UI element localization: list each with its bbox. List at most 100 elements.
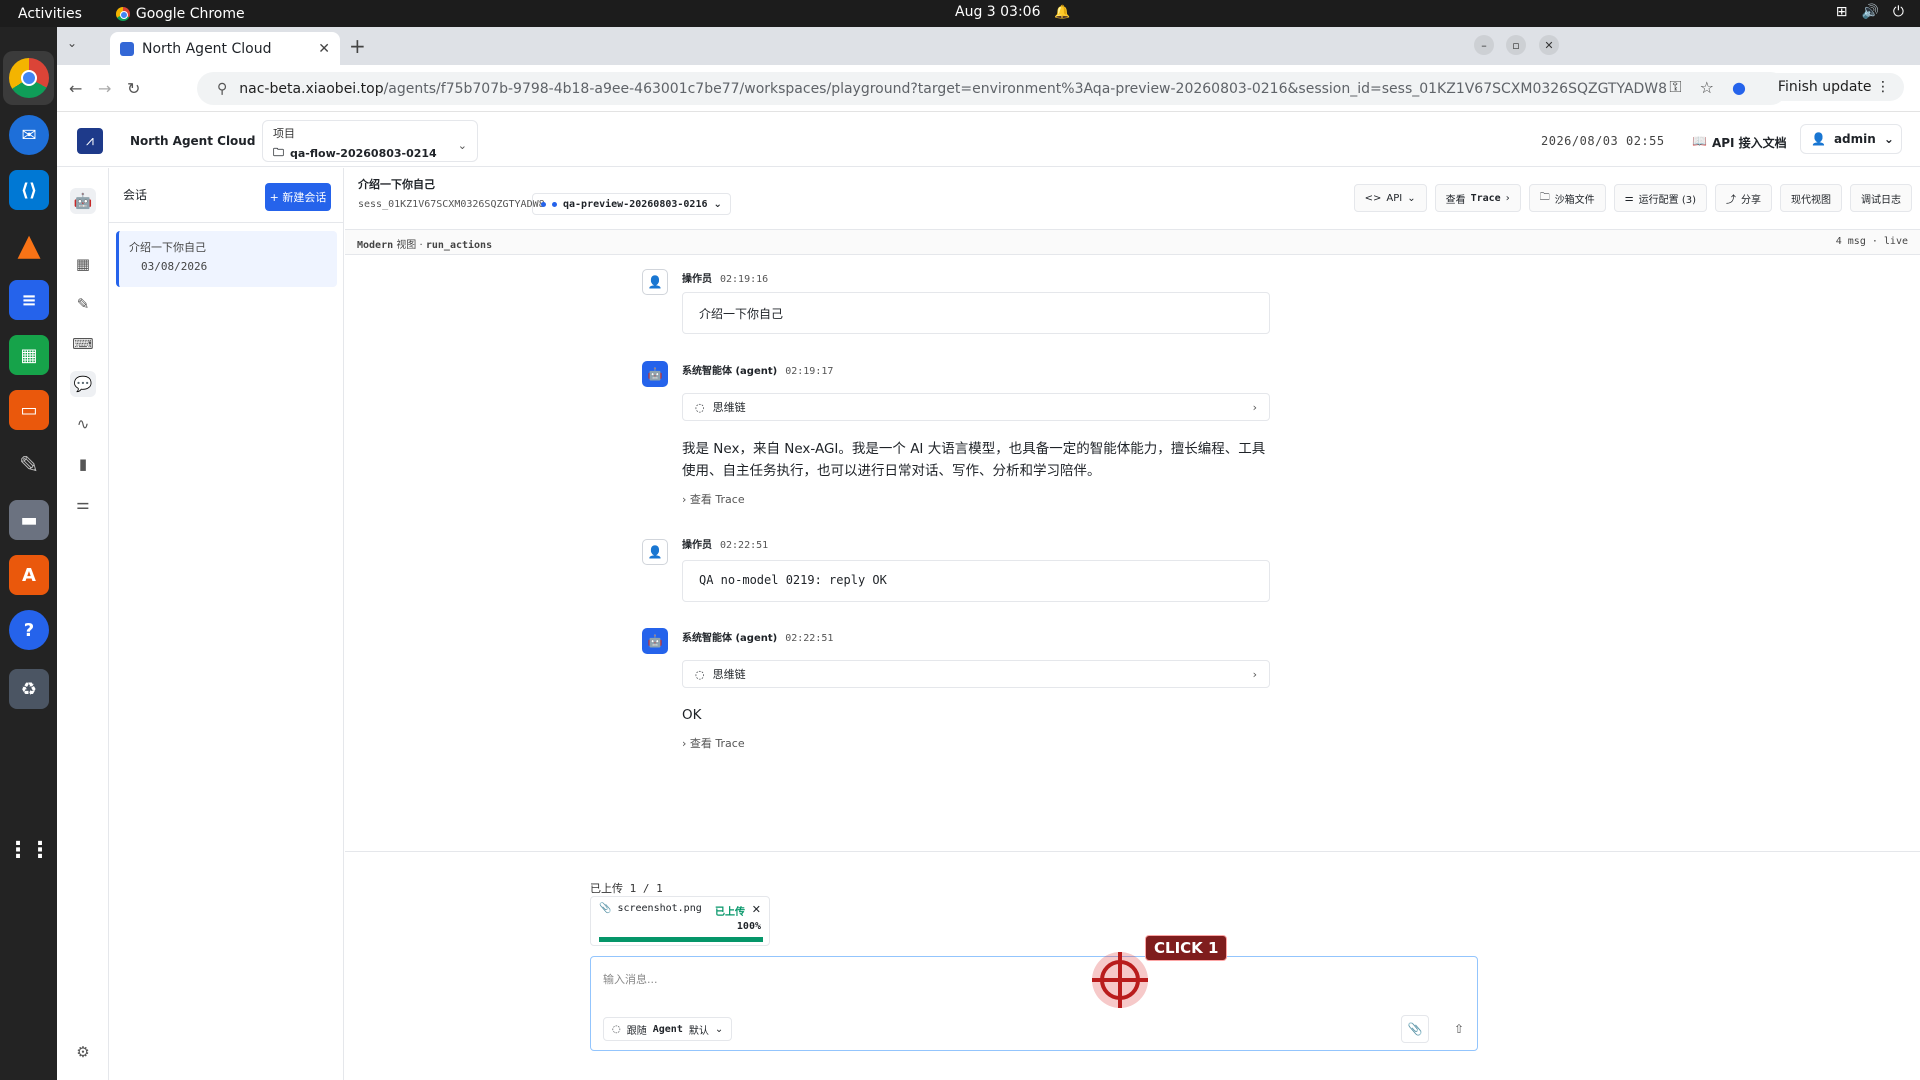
tab-north-agent-cloud[interactable]: North Agent Cloud ✕ [110, 32, 340, 65]
dashboard-grid-icon[interactable]: ▦ [70, 251, 96, 277]
session-item-title: 介绍一下你自己 [129, 241, 206, 254]
folder-icon: 🗀 [273, 146, 284, 159]
help-icon[interactable]: ? [9, 610, 49, 650]
profile-icon[interactable]: ● [1732, 78, 1746, 97]
chrome-icon [115, 6, 130, 21]
share-button[interactable]: ⤴ 分享 [1715, 184, 1772, 212]
paperclip-icon: 📎 [1407, 1022, 1423, 1036]
tab-search-icon[interactable]: ⌄ [67, 36, 77, 50]
clock[interactable]: Aug 3 03:06 [955, 4, 1041, 20]
chevron-down-icon: ⌄ [457, 139, 467, 152]
chevron-down-icon: ⌄ [1407, 192, 1416, 204]
api-dropdown-button[interactable]: <> API ⌄ [1353, 184, 1427, 212]
session-item-date: 03/08/2026 [141, 260, 208, 273]
trash-icon[interactable]: ♻ [9, 669, 49, 709]
close-window-icon[interactable]: ✕ [1539, 35, 1559, 55]
vlc-icon[interactable]: ▲ [9, 225, 49, 265]
remove-attachment-icon[interactable]: ✕ [752, 903, 761, 916]
site-info-icon[interactable]: ⚲ [217, 81, 227, 97]
book-icon: 📖 [1692, 134, 1707, 148]
gimp-icon[interactable]: ✎ [9, 445, 49, 485]
activities-button[interactable]: Activities [18, 6, 82, 22]
terminal-icon[interactable]: ⌨ [70, 331, 96, 357]
run-config-button[interactable]: ⚌ 运行配置 (3) [1613, 184, 1707, 212]
impress-icon[interactable]: ▭ [9, 390, 49, 430]
separator: · [419, 240, 423, 251]
modern-view-button[interactable]: 现代视图 [1780, 184, 1842, 212]
sandbox-files-button[interactable]: 🗀 沙箱文件 [1528, 184, 1606, 212]
agent-follow-selector[interactable]: ◌ 跟随 Agent 默认 ⌄ [603, 1017, 733, 1041]
username: admin [1833, 132, 1876, 146]
new-session-button[interactable]: + 新建会话 [265, 183, 331, 211]
maximize-icon[interactable]: ▫ [1506, 35, 1526, 55]
session-list-item[interactable]: 介绍一下你自己 03/08/2026 [116, 231, 337, 287]
thinking-chain-toggle[interactable]: ◌ 思维链 › [682, 393, 1270, 421]
divider [345, 851, 1920, 852]
message-meta: 操作员 02:22:51 [682, 540, 769, 551]
debug-log-button[interactable]: 调试日志 [1850, 184, 1912, 212]
reload-icon[interactable]: ↻ [127, 79, 140, 98]
header-datetime: 2026/08/03 02:55 [1541, 134, 1665, 148]
session-panel: 会话 + 新建会话 介绍一下你自己 03/08/2026 [109, 168, 344, 1080]
edit-pen-icon[interactable]: ✎ [70, 291, 96, 317]
bookmark-star-icon[interactable]: ☆ [1700, 78, 1714, 97]
operator-avatar-icon: 👤 [642, 269, 668, 295]
brain-icon: ◌ [612, 1023, 621, 1035]
brand-name[interactable]: North Agent Cloud [130, 134, 255, 148]
chevron-right-icon: › [1505, 192, 1510, 204]
finish-update-button[interactable]: Finish update ⋮ [1763, 73, 1904, 101]
upload-status: 已上传 [715, 907, 745, 918]
files-icon[interactable]: ▬ [9, 500, 49, 540]
password-key-icon[interactable]: ⚿ [1669, 77, 1681, 97]
tab-title: North Agent Cloud [142, 40, 272, 57]
minimize-icon[interactable]: – [1474, 35, 1494, 55]
favicon-icon [120, 41, 134, 56]
message-meta: 系统智能体 (agent) 02:22:51 [682, 633, 834, 644]
active-app-name: Google Chrome [135, 5, 245, 22]
brand-logo-icon[interactable]: ⩘ [77, 128, 103, 154]
view-trace-link[interactable]: › 查看 Trace [682, 735, 745, 751]
show-apps-icon[interactable]: ⋮⋮ [7, 830, 51, 870]
view-trace-link[interactable]: › 查看 Trace [682, 491, 745, 507]
active-app-menu[interactable]: Google Chrome [115, 5, 245, 22]
sliders-icon: ⚌ [1624, 192, 1634, 204]
project-label: 项目 [273, 127, 295, 140]
system-tray[interactable]: ⊞ 🔊 ⏻ [1836, 4, 1904, 20]
writer-icon[interactable]: ≡ [9, 280, 49, 320]
browser-toolbar: ← → ↻ ⚲ nac-beta.xiaobei.top/agents/f75b… [57, 65, 1920, 112]
user-menu[interactable]: 👤 admin ⌄ [1800, 124, 1902, 154]
view-trace-button[interactable]: 查看 Trace › [1434, 184, 1521, 212]
environment-selector[interactable]: qa-preview-20260803-0216 ⌄ [532, 193, 731, 215]
settings-gear-icon[interactable]: ⚙ [70, 1039, 96, 1065]
chat-icon[interactable]: 💬 [70, 371, 96, 397]
chrome-dock-icon[interactable] [9, 58, 49, 98]
api-docs-link[interactable]: 📖 API 接入文档 [1692, 134, 1787, 151]
app-center-icon[interactable]: A [9, 555, 49, 595]
new-tab-button[interactable]: + [349, 34, 366, 58]
tab-close-icon[interactable]: ✕ [318, 41, 330, 57]
view-mode: Modern [357, 240, 394, 251]
vscode-icon[interactable]: ⟨⟩ [9, 170, 49, 210]
attach-file-button[interactable]: 📎 [1401, 1015, 1429, 1043]
activity-icon[interactable]: ∿ [70, 411, 96, 437]
divider [109, 222, 343, 223]
message-meta: 操作员 02:19:16 [682, 274, 769, 285]
status-dot-icon [541, 201, 546, 207]
bar-chart-icon[interactable]: ▮ [70, 451, 96, 477]
calc-icon[interactable]: ▦ [9, 335, 49, 375]
agent-bot-icon[interactable]: 🤖 [70, 188, 96, 214]
chat-main: 介绍一下你自己 sess_01KZ1V67SCXM0326SQZGTYADW8 … [345, 168, 1920, 1080]
project-selector[interactable]: 项目 🗀 qa-flow-20260803-0214 ⌄ [262, 120, 478, 162]
chevron-right-icon: › [1252, 400, 1257, 414]
user-message-bubble: 介绍一下你自己 [682, 292, 1270, 334]
forward-icon[interactable]: → [98, 79, 111, 98]
address-bar[interactable]: ⚲ nac-beta.xiaobei.top/agents/f75b707b-9… [197, 72, 1787, 105]
message-composer[interactable]: ◌ 跟随 Agent 默认 ⌄ 📎 ⇧ [590, 956, 1478, 1051]
back-icon[interactable]: ← [69, 79, 82, 98]
session-id[interactable]: sess_01KZ1V67SCXM0326SQZGTYADW8 [358, 199, 545, 210]
user-avatar-icon: 👤 [1811, 132, 1826, 146]
thunderbird-icon[interactable]: ✉ [9, 115, 49, 155]
sliders-icon[interactable]: ⚌ [70, 491, 96, 517]
thinking-chain-toggle[interactable]: ◌ 思维链 › [682, 660, 1270, 688]
send-button[interactable]: ⇧ [1445, 1015, 1473, 1043]
